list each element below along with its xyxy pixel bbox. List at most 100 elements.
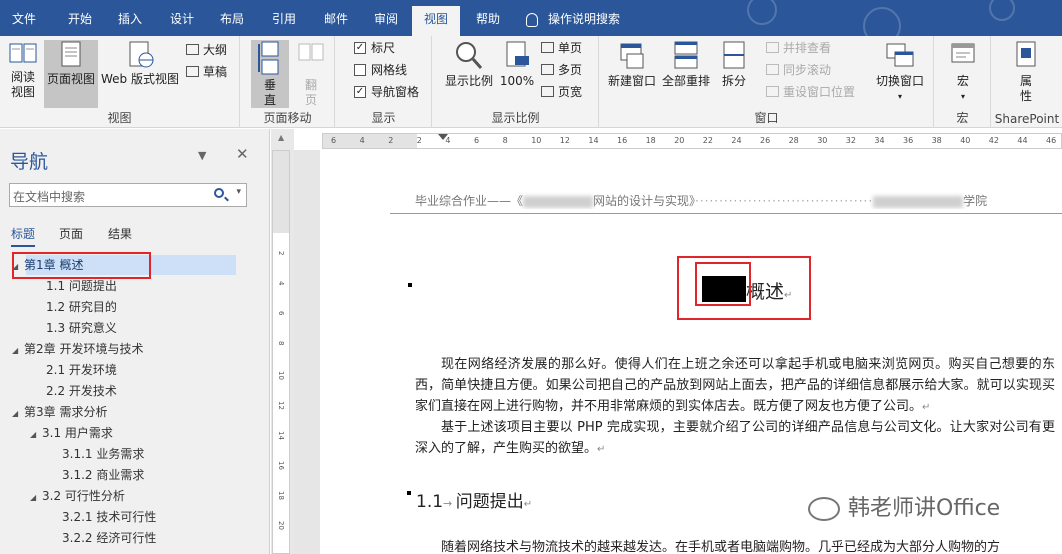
tab-references[interactable]: 引用: [266, 6, 302, 32]
sync-scroll-button[interactable]: 同步滚动: [766, 60, 831, 80]
nav-tree-item[interactable]: 3.2.1 技术可行性: [46, 507, 156, 527]
macros-button[interactable]: 宏 ▾: [945, 40, 981, 104]
header-mid: 网站的设计与实现》: [593, 194, 696, 208]
arrange-all-button[interactable]: 全部重排: [660, 40, 712, 89]
tab-insert[interactable]: 插入: [112, 6, 148, 32]
properties-button[interactable]: 属性: [1008, 40, 1044, 104]
vertical-ruler[interactable]: 2 4 6 8 10 12 14 16 18 20: [272, 150, 290, 554]
heading-1-1[interactable]: 1.1→ 问题提出↵: [416, 487, 532, 512]
body-paragraph-1[interactable]: 现在网络经济发展的那么好。使得人们在上班之余还可以拿起手机或电脑来浏览网页。购买…: [415, 354, 1055, 418]
tab-file[interactable]: 文件: [6, 6, 42, 32]
nav-tab-pages[interactable]: 页面: [59, 225, 83, 242]
tab-view[interactable]: 视图: [412, 6, 461, 36]
vruler-number: 20: [277, 521, 285, 530]
ruler-number: 30: [817, 136, 828, 145]
print-layout-button[interactable]: 页面视图: [44, 40, 98, 108]
vertical-icon: [258, 41, 279, 75]
scroll-up-icon[interactable]: ▲: [278, 133, 284, 142]
nav-tree-item[interactable]: 3.1.2 商业需求: [46, 465, 144, 485]
search-dropdown-icon[interactable]: ▾: [236, 187, 241, 197]
ruler-number: 26: [760, 136, 771, 145]
tab-mailings[interactable]: 邮件: [318, 6, 354, 32]
side-to-side-button[interactable]: 翻页: [295, 40, 327, 108]
group-page-movement: 垂直 翻页 页面移动: [241, 36, 335, 128]
nav-tree-item[interactable]: 1.1 问题提出: [30, 276, 117, 296]
nav-pane-checkbox[interactable]: ✓ 导航窗格: [354, 82, 419, 102]
tab-design[interactable]: 设计: [164, 6, 200, 32]
tab-layout[interactable]: 布局: [214, 6, 250, 32]
nav-tree-item[interactable]: ◢ 第2章 开发环境与技术: [12, 339, 143, 359]
collapse-triangle-icon[interactable]: ◢: [12, 404, 24, 424]
collapse-triangle-icon[interactable]: ◢: [12, 341, 24, 361]
nav-tree-item[interactable]: 3.2.2 经济可行性: [46, 528, 156, 548]
outline-button[interactable]: 大纲: [186, 40, 227, 60]
nav-tree-item[interactable]: ◢ 第3章 需求分析: [12, 402, 107, 422]
tab-help[interactable]: 帮助: [470, 6, 506, 32]
nav-tree-item[interactable]: 1.3 研究意义: [30, 318, 117, 338]
tab-review[interactable]: 审阅: [368, 6, 404, 32]
ruler-number: 28: [788, 136, 799, 145]
switch-window-button[interactable]: 切换窗口 ▾: [872, 40, 928, 104]
search-icon[interactable]: [214, 188, 224, 198]
body-paragraph-3[interactable]: 随着网络技术与物流技术的越来越发达。在手机或者电脑端购物。几乎已经成为大部分人购…: [415, 537, 1060, 554]
group-window-label: 窗口: [754, 111, 779, 125]
return-mark: ↵: [597, 444, 606, 455]
outline-icon: [186, 44, 199, 55]
draft-button[interactable]: 草稿: [186, 62, 227, 82]
header-prefix: 毕业综合作业——《: [415, 194, 524, 208]
macros-chevron-icon: ▾: [960, 92, 965, 101]
one-page-button[interactable]: 单页: [541, 38, 582, 58]
group-show-label: 显示: [371, 111, 396, 125]
zoom-100-button[interactable]: 100%: [499, 40, 535, 89]
nav-close-icon[interactable]: ✕: [236, 145, 249, 163]
gridlines-checkbox[interactable]: 网格线: [354, 60, 407, 80]
ruler-number: 20: [674, 136, 685, 145]
switch-window-label: 切换窗口: [875, 74, 924, 88]
vruler-number: 16: [277, 461, 285, 470]
nav-tab-results[interactable]: 结果: [108, 225, 132, 242]
nav-search-input[interactable]: 在文档中搜索 ▾: [9, 183, 247, 207]
nav-tree-label: 3.2.1 技术可行性: [62, 510, 157, 524]
nav-tab-headings[interactable]: 标题: [11, 225, 36, 247]
ruler-margin-left: [323, 134, 417, 148]
ruler-number: 8: [502, 136, 508, 145]
ruler-checkbox[interactable]: ✓ 标尺: [354, 38, 395, 58]
web-layout-button[interactable]: Web 版式视图: [100, 40, 180, 87]
ruler-check-mark: ✓: [354, 41, 366, 54]
collapse-triangle-icon[interactable]: ◢: [30, 425, 42, 445]
ruler-number: 34: [874, 136, 885, 145]
new-window-button[interactable]: 新建窗口: [606, 40, 658, 89]
horizontal-ruler[interactable]: 6 4 2 2 4 6 8 10 12 14 16 18 20 22 24 26 28 30 32 34 36 38 40 4…: [322, 133, 1062, 149]
nav-tree-item[interactable]: ◢ 3.2 可行性分析: [30, 486, 125, 506]
nav-tree-label: 1.2 研究目的: [46, 300, 117, 314]
split-icon: [723, 41, 745, 69]
side-to-side-label: 翻页: [304, 78, 317, 107]
read-mode-button[interactable]: 阅读视图: [4, 40, 42, 100]
vruler-number: 4: [277, 281, 285, 286]
draft-icon: [186, 66, 199, 77]
tell-me-search[interactable]: 操作说明搜索: [526, 6, 620, 32]
nav-tree-item[interactable]: 2.1 开发环境: [30, 360, 117, 380]
side-by-side-label: 并排查看: [783, 41, 832, 55]
nav-options-chevron-icon[interactable]: ▼: [198, 149, 206, 162]
nav-tree-item[interactable]: ◢ 3.1 用户需求: [30, 423, 113, 443]
tab-home[interactable]: 开始: [62, 6, 98, 32]
nav-tree-item[interactable]: 2.2 开发技术: [30, 381, 117, 401]
vertical-button[interactable]: 垂直: [251, 40, 289, 108]
page-width-button[interactable]: 页宽: [541, 82, 582, 102]
vertical-label: 垂直: [263, 78, 276, 107]
header-redacted-2: [873, 195, 964, 208]
reset-position-button[interactable]: 重设窗口位置: [766, 82, 855, 102]
nav-tree-item[interactable]: 1.2 研究目的: [30, 297, 117, 317]
zoom-button[interactable]: 显示比例: [441, 40, 497, 89]
split-button[interactable]: 拆分: [716, 40, 752, 89]
nav-tree-item[interactable]: 3.1.1 业务需求: [46, 444, 144, 464]
multi-page-button[interactable]: 多页: [541, 60, 582, 80]
nav-tree-label: 2.2 开发技术: [46, 384, 117, 398]
vruler-number: 2: [277, 251, 285, 256]
collapse-triangle-icon[interactable]: ◢: [30, 488, 42, 508]
side-by-side-button[interactable]: 并排查看: [766, 38, 831, 58]
nav-tree-label: 3.1 用户需求: [42, 426, 113, 440]
return-mark: ↵: [523, 499, 533, 510]
body-paragraph-2[interactable]: 基于上述该项目主要以 PHP 完成实现，主要就介绍了公司的详细产品信息与公司文化…: [415, 417, 1055, 460]
